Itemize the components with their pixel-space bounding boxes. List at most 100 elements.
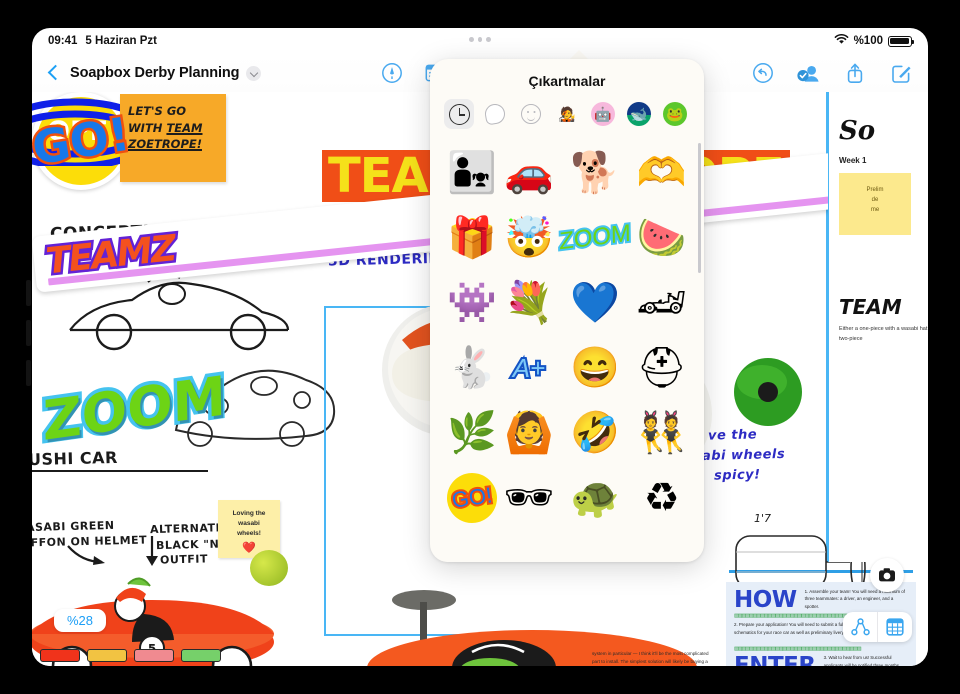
page-title: Soapbox Derby Planning bbox=[70, 65, 240, 81]
sticker-go-text[interactable]: GO! bbox=[444, 466, 501, 529]
undo-button[interactable] bbox=[750, 61, 776, 85]
clock-icon bbox=[448, 103, 470, 125]
sticker-photo-two-people[interactable]: 👨‍👧 bbox=[446, 141, 499, 204]
sticker-zoom-text[interactable]: ZOOM bbox=[557, 206, 633, 269]
swatch-yellow[interactable] bbox=[87, 649, 127, 662]
big-type-team: TEA bbox=[322, 150, 434, 202]
sticker-a-plus[interactable]: A+ bbox=[503, 336, 556, 399]
sticker-grid: 👨‍👧 🚗 🐕 🫶 🎁 🤯 ZOOM 🍉 👾 💐 💙 🏎 🐇 A+ 😄 ⛑ 🌿 🙆 🤣 👯 GO! 🕶 🐢 ♻ bbox=[444, 141, 688, 529]
sticker-rofl-emoji[interactable]: 🤣 bbox=[559, 401, 631, 464]
swatch-red[interactable] bbox=[40, 649, 80, 662]
right-doc-body: Either a one-piece with a wasabi hat or … bbox=[839, 326, 928, 342]
status-time: 09:41 bbox=[48, 35, 78, 47]
right-doc-sticky-line-2: de bbox=[871, 197, 879, 204]
right-doc-team-heading: TEAM bbox=[839, 295, 902, 319]
go-art-glyph: GO! bbox=[444, 469, 501, 526]
volume-up-button[interactable] bbox=[26, 280, 31, 306]
dimension-17: 1'7 bbox=[754, 512, 771, 525]
sticker-photo-sunglasses[interactable]: 🕶 bbox=[503, 466, 556, 529]
sticker-memoji-mind-blown[interactable]: 🤯 bbox=[503, 206, 556, 269]
battery-icon bbox=[888, 35, 914, 47]
sticker-pack-green[interactable]: 🐸 bbox=[660, 99, 690, 129]
compose-button[interactable] bbox=[888, 61, 914, 85]
zoom-level-indicator[interactable]: %28 bbox=[54, 609, 107, 632]
sticker-photo-child[interactable]: 😄 bbox=[559, 336, 631, 399]
grid-view-button[interactable] bbox=[878, 612, 912, 642]
scrollbar[interactable] bbox=[698, 143, 701, 273]
sticker-category-row: 🧑‍🎤 🤖 🐋 🐸 bbox=[430, 99, 704, 139]
back-button[interactable] bbox=[46, 65, 62, 81]
camera-icon bbox=[879, 568, 895, 582]
yellow-sticky-line-1: Loving the bbox=[232, 510, 266, 517]
side-button[interactable] bbox=[26, 360, 31, 386]
peel-sticker-icon bbox=[483, 102, 507, 126]
body-text-block: system in particular — I think it'll be … bbox=[592, 651, 709, 665]
connector-tool-button[interactable] bbox=[843, 612, 877, 642]
stickers-category[interactable] bbox=[480, 99, 510, 129]
sticker-watermelon[interactable]: 🍉 bbox=[635, 206, 688, 269]
underline-sushi-car bbox=[32, 470, 208, 472]
sticker-monster-mouth[interactable]: 👾 bbox=[446, 271, 499, 334]
label-wasabi-chiffon-1: ASABI GREEN bbox=[32, 518, 115, 535]
recents-category[interactable] bbox=[444, 99, 474, 129]
right-doc-sticky[interactable]: Prelim de me bbox=[839, 173, 911, 235]
share-button[interactable] bbox=[842, 61, 868, 85]
frame-line-left bbox=[324, 306, 326, 636]
status-bar: 09:41 5 Haziran Pzt %100 bbox=[32, 28, 928, 54]
sticker-rabbit[interactable]: 🐇 bbox=[446, 336, 499, 399]
sticker-blue-heart[interactable]: 💙 bbox=[559, 271, 631, 334]
scroll-fade bbox=[430, 542, 704, 562]
sticker-flower-bouquet[interactable]: 💐 bbox=[503, 271, 556, 334]
popover-title: Çıkartmalar bbox=[528, 73, 606, 89]
memoji-icon: 🧑‍🎤 bbox=[558, 106, 576, 122]
document-card-right[interactable]: So Week 1 Prelim de me TEAM Either a one… bbox=[828, 92, 928, 562]
right-doc-week: Week 1 bbox=[839, 156, 867, 165]
memoji-category[interactable]: 🧑‍🎤 bbox=[552, 99, 582, 129]
color-swatch-row[interactable] bbox=[40, 649, 221, 662]
sticker-pack-navy[interactable]: 🐋 bbox=[624, 99, 654, 129]
enter-word-how: HOW bbox=[734, 587, 797, 613]
swatch-green[interactable] bbox=[181, 649, 221, 662]
enter-word-enter: ENTER bbox=[734, 654, 816, 666]
sticker-heart-hands[interactable]: 🫶 bbox=[635, 141, 688, 204]
emoji-category[interactable] bbox=[516, 99, 546, 129]
sticker-scroll-area[interactable]: 👨‍👧 🚗 🐕 🫶 🎁 🤯 ZOOM 🍉 👾 💐 💙 🏎 🐇 A+ 😄 ⛑ 🌿 🙆 🤣 👯 GO! 🕶 🐢 ♻ bbox=[430, 139, 704, 562]
front-camera-indicator bbox=[469, 37, 492, 42]
swatch-pink[interactable] bbox=[134, 649, 174, 662]
sticker-memoji-girl[interactable]: 🙆 bbox=[503, 401, 556, 464]
label-wasabi-wheels-3: spicy! bbox=[713, 467, 761, 484]
status-date: 5 Haziran Pzt bbox=[85, 35, 157, 47]
collaborate-button[interactable] bbox=[796, 61, 822, 85]
sticker-monstera-leaf[interactable]: 🌿 bbox=[446, 401, 499, 464]
sticker-recycle[interactable]: ♻ bbox=[635, 466, 688, 529]
aplus-art-glyph: A+ bbox=[511, 352, 547, 383]
label-sushi-car: USHI CAR bbox=[32, 447, 119, 470]
pink-pack-icon: 🤖 bbox=[591, 102, 615, 126]
bottom-right-button-group bbox=[843, 612, 912, 642]
table-and-tray-art bbox=[367, 590, 697, 666]
sticker-dog-dancing[interactable]: 🐕 bbox=[559, 141, 631, 204]
sticker-popover[interactable]: Çıkartmalar 🧑‍🎤 🤖 🐋 bbox=[430, 59, 704, 562]
yellow-sticky-line-2: wasabi bbox=[238, 519, 260, 527]
right-doc-sticky-line-3: me bbox=[870, 207, 880, 214]
sticky-note-orange[interactable]: LET'S GO WITH TEAM ZOETROPE! bbox=[120, 94, 226, 182]
enter-step-1: 1. Assemble your team! You will need a m… bbox=[804, 589, 905, 609]
right-doc-title: So bbox=[839, 116, 876, 146]
ipad-device-frame: 09:41 5 Haziran Pzt %100 Soapbox Derby P… bbox=[0, 0, 960, 694]
teamz-sticker-label: TEAMZ bbox=[42, 226, 180, 285]
node-graph-icon bbox=[850, 618, 870, 636]
wifi-icon bbox=[834, 33, 849, 48]
sticker-red-car[interactable]: 🚗 bbox=[503, 141, 556, 204]
sticker-photo-two-friends[interactable]: 👯 bbox=[635, 401, 688, 464]
zoom-art-glyph: ZOOM bbox=[557, 217, 633, 257]
volume-down-button[interactable] bbox=[26, 320, 31, 346]
sticker-red-helmet[interactable]: ⛑ bbox=[635, 336, 688, 399]
sticker-pack-pink[interactable]: 🤖 bbox=[588, 99, 618, 129]
sticker-flaming-car[interactable]: 🏎 bbox=[635, 271, 688, 334]
camera-circle-button[interactable] bbox=[870, 558, 904, 592]
chevron-down-icon[interactable] bbox=[246, 65, 262, 81]
sticker-tortoise[interactable]: 🐢 bbox=[559, 466, 631, 529]
markup-pen-tool[interactable] bbox=[379, 61, 405, 85]
grid-icon bbox=[886, 618, 904, 636]
sticker-gift-box[interactable]: 🎁 bbox=[446, 206, 499, 269]
